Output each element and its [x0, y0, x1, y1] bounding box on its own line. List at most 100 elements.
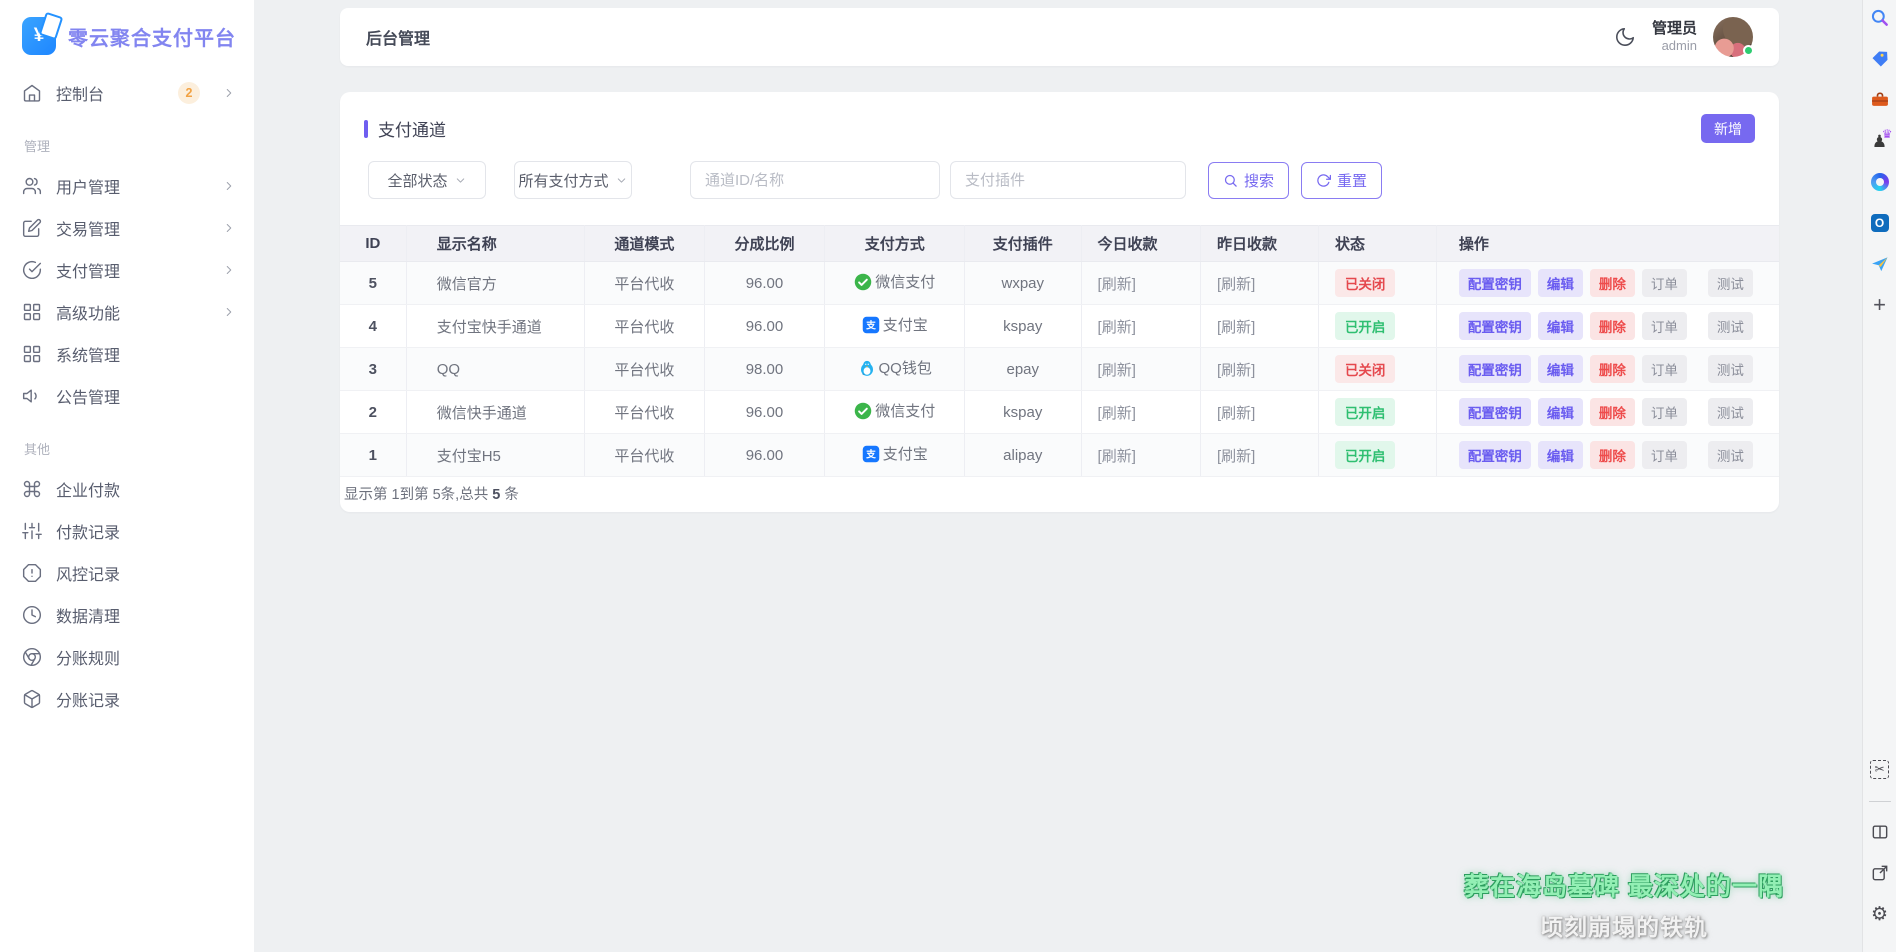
cell-split-ratio: 96.00: [704, 305, 825, 348]
app-title: 零云聚合支付平台: [68, 22, 236, 51]
refresh-today-link[interactable]: [刷新]: [1098, 448, 1136, 465]
sidebar-item-split-records[interactable]: 分账记录: [22, 678, 236, 720]
action-delete-button[interactable]: 删除: [1590, 269, 1635, 297]
alert-octagon-icon: [22, 563, 42, 583]
action-test-button[interactable]: 测试: [1708, 269, 1753, 297]
refresh-yesterday-link[interactable]: [刷新]: [1217, 448, 1255, 465]
notification-badge: 2: [178, 82, 200, 104]
action-test-button[interactable]: 测试: [1708, 398, 1753, 426]
refresh-today-link[interactable]: [刷新]: [1098, 405, 1136, 422]
sidebar-item-label: 企业付款: [56, 477, 236, 501]
refresh-today-link[interactable]: [刷新]: [1098, 362, 1136, 379]
refresh-yesterday-link[interactable]: [刷新]: [1217, 319, 1255, 336]
column-header: 支付插件: [964, 226, 1081, 262]
reset-button[interactable]: 重置: [1301, 162, 1382, 199]
action-delete-button[interactable]: 删除: [1590, 312, 1635, 340]
refresh-today-link[interactable]: [刷新]: [1098, 276, 1136, 293]
action-order-button[interactable]: 订单: [1642, 269, 1687, 297]
plugin-input[interactable]: [950, 161, 1186, 199]
chevron-down-icon: [615, 174, 628, 187]
action-order-button[interactable]: 订单: [1642, 312, 1687, 340]
action-edit-button[interactable]: 编辑: [1538, 441, 1583, 469]
settings-icon[interactable]: ⚙: [1869, 903, 1891, 925]
sidebar-item-trade-management[interactable]: 交易管理: [22, 207, 236, 249]
action-config-key-button[interactable]: 配置密钥: [1459, 269, 1531, 297]
outlook-icon[interactable]: O: [1869, 212, 1891, 234]
volume-icon: [22, 386, 42, 406]
sidebar-item-advanced-features[interactable]: 高级功能: [22, 291, 236, 333]
refresh-yesterday-link[interactable]: [刷新]: [1217, 405, 1255, 422]
cell-payment-method: 支支付宝: [825, 434, 965, 477]
action-config-key-button[interactable]: 配置密钥: [1459, 398, 1531, 426]
clock-icon: [22, 605, 42, 625]
action-order-button[interactable]: 订单: [1642, 355, 1687, 383]
cell-display-name: 支付宝H5: [406, 434, 584, 477]
search-button[interactable]: 搜索: [1208, 162, 1289, 199]
add-button[interactable]: 新增: [1701, 114, 1755, 143]
action-config-key-button[interactable]: 配置密钥: [1459, 355, 1531, 383]
split-view-icon[interactable]: [1869, 821, 1891, 843]
user-menu[interactable]: 管理员 admin: [1652, 20, 1697, 55]
sidebar-item-data-cleanup[interactable]: 数据清理: [22, 594, 236, 636]
add-icon[interactable]: +: [1869, 294, 1891, 316]
open-external-icon[interactable]: [1869, 862, 1891, 884]
channel-id-input[interactable]: [690, 161, 940, 199]
action-order-button[interactable]: 订单: [1642, 441, 1687, 469]
cell-payment-method: QQ钱包: [825, 348, 965, 391]
action-edit-button[interactable]: 编辑: [1538, 355, 1583, 383]
column-header: 通道模式: [585, 226, 704, 262]
toolbox-icon[interactable]: [1869, 89, 1891, 111]
cell-actions: 配置密钥编辑删除订单测试: [1436, 262, 1779, 305]
app-logo: ¥ 零云聚合支付平台: [22, 14, 236, 58]
box-icon: [22, 689, 42, 709]
column-header: 支付方式: [825, 226, 965, 262]
action-edit-button[interactable]: 编辑: [1538, 398, 1583, 426]
action-test-button[interactable]: 测试: [1708, 312, 1753, 340]
send-icon[interactable]: [1869, 253, 1891, 275]
cell-today-income: [刷新]: [1081, 391, 1200, 434]
cell-display-name: QQ: [406, 348, 584, 391]
sidebar-item-label: 控制台: [56, 81, 164, 105]
snip-icon[interactable]: ✂: [1869, 758, 1891, 780]
sidebar-item-risk-records[interactable]: 风控记录: [22, 552, 236, 594]
table-row: 5微信官方平台代收96.00微信支付wxpay[刷新][刷新]已关闭配置密钥编辑…: [340, 262, 1779, 305]
action-delete-button[interactable]: 删除: [1590, 441, 1635, 469]
sidebar-item-announcement-management[interactable]: 公告管理: [22, 375, 236, 417]
sidebar-item-user-management[interactable]: 用户管理: [22, 165, 236, 207]
action-config-key-button[interactable]: 配置密钥: [1459, 441, 1531, 469]
refresh-today-link[interactable]: [刷新]: [1098, 319, 1136, 336]
action-edit-button[interactable]: 编辑: [1538, 312, 1583, 340]
table-header-row: ID显示名称通道模式分成比例支付方式支付插件今日收款昨日收款状态操作: [340, 226, 1779, 262]
action-delete-button[interactable]: 删除: [1590, 355, 1635, 383]
cell-channel-mode: 平台代收: [585, 434, 704, 477]
sidebar-item-payment-records[interactable]: 付款记录: [22, 510, 236, 552]
sidebar-item-payment-management[interactable]: 支付管理: [22, 249, 236, 291]
status-select[interactable]: 全部状态: [368, 161, 486, 199]
action-delete-button[interactable]: 删除: [1590, 398, 1635, 426]
action-config-key-button[interactable]: 配置密钥: [1459, 312, 1531, 340]
online-status-dot: [1743, 45, 1754, 56]
sidebar-item-split-rules[interactable]: 分账规则: [22, 636, 236, 678]
avatar[interactable]: [1713, 17, 1753, 57]
search-icon[interactable]: [1869, 7, 1891, 29]
action-edit-button[interactable]: 编辑: [1538, 269, 1583, 297]
chess-icon[interactable]: ♟♛: [1869, 130, 1891, 152]
copilot-icon[interactable]: [1869, 171, 1891, 193]
sidebar-item-enterprise-payment[interactable]: 企业付款: [22, 468, 236, 510]
sidebar-item-console[interactable]: 控制台 2: [22, 72, 236, 114]
page-title: 后台管理: [366, 25, 430, 49]
status-badge: 已开启: [1335, 312, 1396, 340]
strip-divider: [1869, 801, 1891, 802]
method-select[interactable]: 所有支付方式: [514, 161, 632, 199]
column-header: 昨日收款: [1200, 226, 1318, 262]
refresh-yesterday-link[interactable]: [刷新]: [1217, 276, 1255, 293]
action-test-button[interactable]: 测试: [1708, 441, 1753, 469]
cell-payment-method: 微信支付: [825, 391, 965, 434]
dark-mode-moon-icon[interactable]: [1614, 26, 1636, 48]
action-order-button[interactable]: 订单: [1642, 398, 1687, 426]
subtitle-line-1: 葬在海岛墓碑 最深处的一隅: [1464, 867, 1784, 903]
tag-icon[interactable]: [1869, 48, 1891, 70]
refresh-yesterday-link[interactable]: [刷新]: [1217, 362, 1255, 379]
sidebar-item-system-management[interactable]: 系统管理: [22, 333, 236, 375]
action-test-button[interactable]: 测试: [1708, 355, 1753, 383]
